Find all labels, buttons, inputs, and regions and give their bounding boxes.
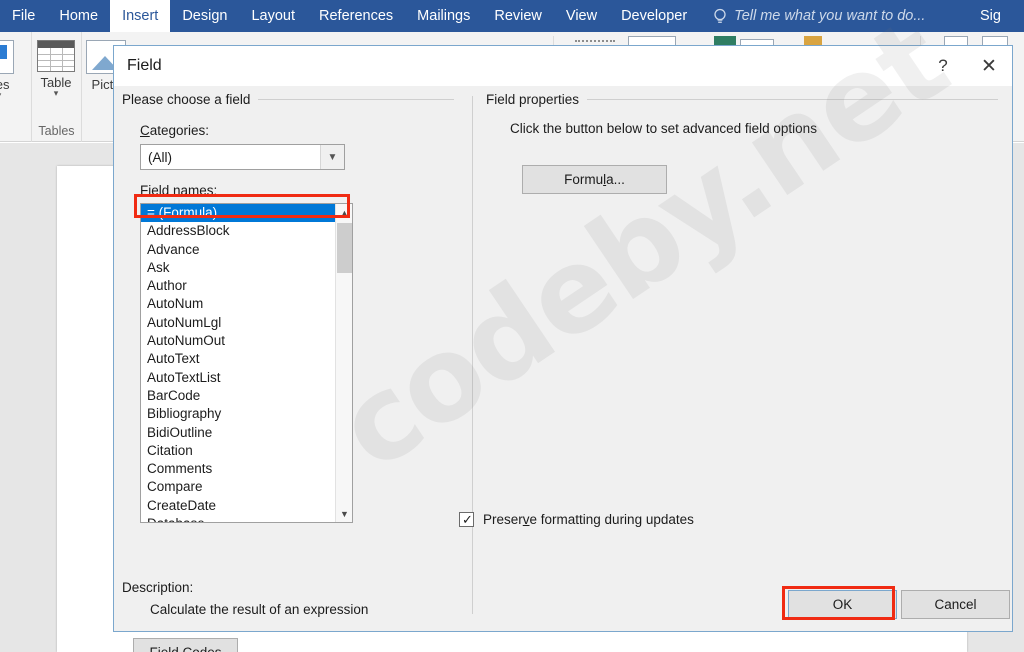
field-name-item[interactable]: Advance (141, 241, 335, 259)
field-properties-group-label: Field properties (486, 92, 579, 107)
choose-field-group-header: Please choose a field (122, 92, 454, 107)
field-name-item[interactable]: Compare (141, 478, 335, 496)
field-name-item[interactable]: Citation (141, 442, 335, 460)
description-block: Description: Calculate the result of an … (122, 580, 368, 617)
field-name-item[interactable]: BidiOutline (141, 424, 335, 442)
ribbon-tab-developer[interactable]: Developer (609, 0, 699, 32)
ribbon-group-tables: Table ▾ Tables (32, 32, 82, 142)
table-button[interactable]: Table ▾ (37, 40, 75, 97)
tell-me-placeholder: Tell me what you want to do... (734, 8, 925, 24)
field-codes-button[interactable]: Field Codes (133, 638, 238, 652)
ribbon-tab-bar: File Home Insert Design Layout Reference… (0, 0, 1024, 32)
field-name-item[interactable]: Ask (141, 259, 335, 277)
description-label: Description: (122, 580, 368, 595)
field-names-scrollbar[interactable]: ▲ ▼ (335, 204, 352, 522)
pane-divider (472, 96, 473, 614)
chevron-down-icon[interactable]: ▼ (336, 505, 353, 522)
dialog-title-bar[interactable]: Field ? ✕ (114, 46, 1012, 86)
field-name-item[interactable]: Database (141, 515, 335, 522)
field-name-item-selected[interactable]: = (Formula) (141, 204, 335, 222)
cancel-button-label: Cancel (934, 597, 976, 612)
field-properties-pane: Field properties Click the button below … (486, 92, 998, 631)
field-properties-group-header: Field properties (486, 92, 998, 107)
choose-field-group-label: Please choose a field (122, 92, 250, 107)
choose-field-pane: Please choose a field Categories: (All) … (122, 92, 472, 631)
cancel-button[interactable]: Cancel (901, 590, 1010, 619)
ok-button[interactable]: OK (788, 590, 897, 619)
categories-label: Categories: (140, 123, 472, 138)
field-names-listbox[interactable]: = (Formula)AddressBlockAdvanceAskAuthorA… (140, 203, 353, 523)
field-name-item[interactable]: AutoTextList (141, 369, 335, 387)
ribbon-tab-mailings[interactable]: Mailings (405, 0, 482, 32)
ribbon-tab-layout[interactable]: Layout (239, 0, 307, 32)
field-name-item[interactable]: AddressBlock (141, 222, 335, 240)
field-names-label: Field names: (140, 183, 472, 198)
field-name-item[interactable]: AutoNum (141, 295, 335, 313)
field-name-item[interactable]: Author (141, 277, 335, 295)
ok-button-label: OK (833, 597, 853, 612)
field-name-item[interactable]: AutoText (141, 350, 335, 368)
help-icon[interactable]: ? (920, 46, 966, 86)
chevron-down-icon: ▾ (54, 90, 59, 97)
preserve-formatting-checkbox-row[interactable]: ✓ Preserve formatting during updates (459, 512, 694, 527)
chevron-down-icon: ▾ (0, 92, 1, 99)
dialog-title-actions: ? ✕ (920, 46, 1012, 86)
sign-in-link[interactable]: Sig (980, 0, 1024, 32)
ribbon-tab-references[interactable]: References (307, 0, 405, 32)
sign-in-label: Sig (980, 8, 1001, 24)
close-icon[interactable]: ✕ (966, 46, 1012, 86)
dialog-body: Please choose a field Categories: (All) … (114, 86, 1012, 631)
ribbon-tab-view[interactable]: View (554, 0, 609, 32)
formula-button-label: Formula... (564, 172, 625, 187)
ribbon-tab-home[interactable]: Home (47, 0, 110, 32)
lightbulb-icon (713, 8, 727, 25)
field-name-item[interactable]: CreateDate (141, 497, 335, 515)
field-names-list[interactable]: = (Formula)AddressBlockAdvanceAskAuthorA… (141, 204, 335, 522)
categories-value: (All) (141, 150, 172, 165)
preserve-formatting-label: Preserve formatting during updates (483, 512, 694, 527)
dialog-title: Field (127, 57, 162, 75)
pages-button[interactable]: ges ▾ (0, 40, 14, 99)
field-name-item[interactable]: AutoNumOut (141, 332, 335, 350)
checkmark-icon: ✓ (462, 511, 473, 528)
field-dialog: Field ? ✕ Please choose a field Categori… (113, 45, 1013, 632)
field-name-item[interactable]: Comments (141, 460, 335, 478)
group-divider (258, 99, 454, 100)
group-divider (587, 99, 998, 100)
description-text: Calculate the result of an expression (150, 602, 368, 617)
field-name-item[interactable]: BarCode (141, 387, 335, 405)
table-icon (37, 40, 75, 72)
ribbon-tab-insert[interactable]: Insert (110, 0, 170, 32)
tables-group-label: Tables (32, 124, 81, 138)
formula-button[interactable]: Formula... (522, 165, 667, 194)
word-application-window: File Home Insert Design Layout Reference… (0, 0, 1024, 652)
field-codes-label: Field Codes (149, 645, 221, 652)
categories-dropdown[interactable]: (All) ▼ (140, 144, 345, 170)
ribbon-tab-review[interactable]: Review (482, 0, 554, 32)
ribbon-tab-file[interactable]: File (0, 0, 47, 32)
pages-icon (0, 40, 14, 74)
field-properties-hint: Click the button below to set advanced f… (510, 121, 998, 136)
ribbon-group-pages: ges ▾ (0, 32, 32, 142)
chevron-down-icon[interactable]: ▼ (320, 145, 344, 169)
pages-label: ges (0, 77, 9, 92)
ribbon-tab-design[interactable]: Design (170, 0, 239, 32)
tell-me-search[interactable]: Tell me what you want to do... (713, 0, 925, 32)
chevron-up-icon[interactable]: ▲ (336, 204, 353, 221)
scrollbar-thumb[interactable] (337, 223, 352, 273)
field-name-item[interactable]: Bibliography (141, 405, 335, 423)
preserve-formatting-checkbox[interactable]: ✓ (459, 512, 474, 527)
field-name-item[interactable]: AutoNumLgl (141, 314, 335, 332)
